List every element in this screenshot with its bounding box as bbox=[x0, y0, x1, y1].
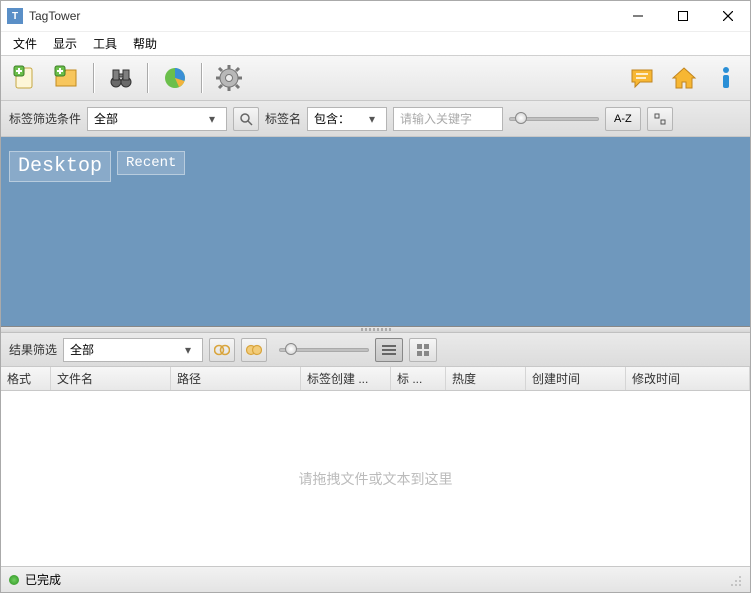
list-view-button[interactable] bbox=[375, 338, 403, 362]
titlebar: T TagTower bbox=[1, 1, 750, 31]
grid-view-icon bbox=[417, 344, 429, 356]
chevron-down-icon: ▾ bbox=[364, 112, 380, 126]
slider-thumb[interactable] bbox=[285, 343, 297, 355]
feedback-button[interactable] bbox=[624, 60, 660, 96]
pie-chart-button[interactable] bbox=[157, 60, 193, 96]
slider-thumb[interactable] bbox=[515, 112, 527, 124]
tag-item[interactable]: Recent bbox=[117, 151, 185, 175]
expand-button[interactable] bbox=[647, 107, 673, 131]
settings-button[interactable] bbox=[211, 60, 247, 96]
info-icon bbox=[712, 64, 740, 92]
tag-name-mode-combo[interactable]: 包含： ▾ bbox=[307, 107, 387, 131]
home-button[interactable] bbox=[666, 60, 702, 96]
toolbar-separator bbox=[93, 63, 95, 93]
new-folder-icon bbox=[53, 64, 81, 92]
pie-chart-icon bbox=[161, 64, 189, 92]
result-filter-value: 全部 bbox=[70, 341, 180, 358]
sort-az-button[interactable]: A-Z bbox=[605, 107, 641, 131]
new-file-button[interactable] bbox=[7, 60, 43, 96]
toolbar-separator-3 bbox=[201, 63, 203, 93]
th-ctime[interactable]: 创建时间 bbox=[526, 367, 626, 390]
home-icon bbox=[670, 64, 698, 92]
new-folder-button[interactable] bbox=[49, 60, 85, 96]
expand-icon bbox=[654, 113, 666, 125]
tag-filter-combo[interactable]: 全部 ▾ bbox=[87, 107, 227, 131]
result-size-slider[interactable] bbox=[279, 338, 369, 362]
grid-view-button[interactable] bbox=[409, 338, 437, 362]
th-path[interactable]: 路径 bbox=[171, 367, 301, 390]
union-icon bbox=[246, 344, 262, 356]
tag-size-slider[interactable] bbox=[509, 107, 599, 131]
th-format[interactable]: 格式 bbox=[1, 367, 51, 390]
close-icon bbox=[723, 11, 733, 21]
maximize-button[interactable] bbox=[660, 1, 705, 31]
th-tag[interactable]: 标 ... bbox=[391, 367, 446, 390]
tag-item[interactable]: Desktop bbox=[9, 151, 111, 182]
menu-view[interactable]: 显示 bbox=[45, 33, 85, 54]
resize-grip-icon[interactable] bbox=[728, 573, 742, 587]
splitter-grip-icon bbox=[361, 328, 391, 331]
menu-file[interactable]: 文件 bbox=[5, 33, 45, 54]
sort-az-label: A-Z bbox=[614, 113, 632, 125]
main-toolbar bbox=[1, 55, 750, 101]
gear-icon bbox=[215, 64, 243, 92]
keyword-input[interactable] bbox=[393, 107, 503, 131]
tag-name-mode-value: 包含： bbox=[314, 110, 364, 127]
result-filter-label: 结果筛选 bbox=[9, 341, 57, 358]
tag-name-label: 标签名 bbox=[265, 110, 301, 127]
toolbar-separator-2 bbox=[147, 63, 149, 93]
menu-tools[interactable]: 工具 bbox=[85, 33, 125, 54]
status-text: 已完成 bbox=[25, 571, 61, 588]
result-table-header: 格式 文件名 路径 标签创建 ... 标 ... 热度 创建时间 修改时间 bbox=[1, 367, 750, 391]
tag-filter-bar: 标签筛选条件 全部 ▾ 标签名 包含： ▾ A-Z bbox=[1, 101, 750, 137]
result-filter-bar: 结果筛选 全部 ▾ bbox=[1, 333, 750, 367]
app-window: T TagTower 文件 显示 工具 帮助 bbox=[0, 0, 751, 593]
tag-cloud-area: Desktop Recent bbox=[1, 137, 750, 327]
result-filter-combo[interactable]: 全部 ▾ bbox=[63, 338, 203, 362]
intersect-icon bbox=[214, 344, 230, 356]
chevron-down-icon: ▾ bbox=[180, 343, 196, 357]
th-tag-create[interactable]: 标签创建 ... bbox=[301, 367, 391, 390]
th-filename[interactable]: 文件名 bbox=[51, 367, 171, 390]
app-icon: T bbox=[7, 8, 23, 24]
tag-filter-label: 标签筛选条件 bbox=[9, 110, 81, 127]
info-button[interactable] bbox=[708, 60, 744, 96]
binoculars-icon bbox=[107, 64, 135, 92]
chevron-down-icon: ▾ bbox=[204, 112, 220, 126]
tag-filter-value: 全部 bbox=[94, 110, 204, 127]
maximize-icon bbox=[678, 11, 688, 21]
menubar: 文件 显示 工具 帮助 bbox=[1, 31, 750, 55]
binoculars-button[interactable] bbox=[103, 60, 139, 96]
window-title: TagTower bbox=[29, 9, 80, 23]
th-heat[interactable]: 热度 bbox=[446, 367, 526, 390]
minimize-icon bbox=[633, 11, 643, 21]
new-file-icon bbox=[11, 64, 39, 92]
speech-bubble-icon bbox=[628, 64, 656, 92]
status-bar: 已完成 bbox=[1, 566, 750, 592]
tag-filter-search-button[interactable] bbox=[233, 107, 259, 131]
drop-area[interactable]: 请拖拽文件或文本到这里 bbox=[1, 391, 750, 566]
drop-hint: 请拖拽文件或文本到这里 bbox=[299, 469, 453, 489]
minimize-button[interactable] bbox=[615, 1, 660, 31]
close-button[interactable] bbox=[705, 1, 750, 31]
union-button[interactable] bbox=[241, 338, 267, 362]
status-dot-icon bbox=[9, 575, 19, 585]
intersect-button[interactable] bbox=[209, 338, 235, 362]
list-view-icon bbox=[382, 344, 396, 356]
search-icon bbox=[239, 112, 253, 126]
th-mtime[interactable]: 修改时间 bbox=[626, 367, 750, 390]
menu-help[interactable]: 帮助 bbox=[125, 33, 165, 54]
